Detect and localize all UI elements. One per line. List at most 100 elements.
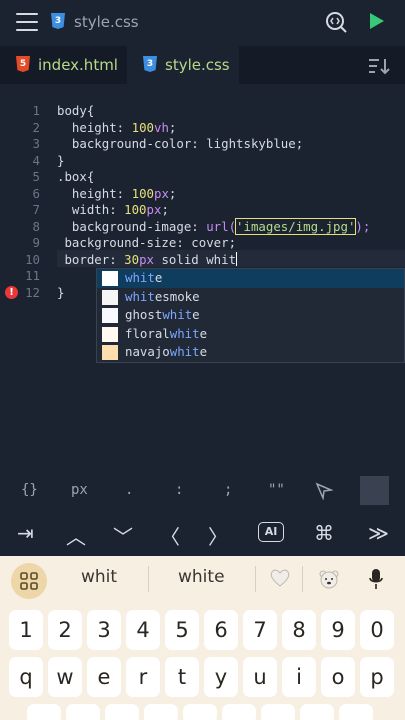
key-p[interactable]: p <box>360 657 394 697</box>
suggestion[interactable]: white <box>178 567 225 587</box>
key-u[interactable]: u <box>243 657 277 697</box>
key-i[interactable]: i <box>282 657 316 697</box>
line-number: 12 <box>25 284 40 300</box>
code-line-6: height: 100px; <box>57 185 177 201</box>
code-line-5: .box{ <box>57 169 95 184</box>
css3-icon <box>51 13 65 29</box>
sort-icon[interactable] <box>368 57 390 79</box>
tab-label: index.html <box>38 56 118 74</box>
key-e[interactable]: e <box>87 657 121 697</box>
tab-style-css[interactable]: style.css <box>127 46 239 84</box>
tab-label: style.css <box>165 56 230 74</box>
line-number: 9 <box>32 235 40 250</box>
line-number: 10 <box>25 251 40 267</box>
symbol-key[interactable]: {} <box>21 482 38 498</box>
divider <box>255 566 256 592</box>
key-partial[interactable] <box>339 704 373 720</box>
key-partial[interactable] <box>183 704 217 720</box>
key-y[interactable]: y <box>204 657 238 697</box>
symbol-key[interactable]: px <box>71 482 88 498</box>
autocomplete-item[interactable]: whitesmoke <box>97 288 404 307</box>
key-2[interactable]: 2 <box>48 610 82 650</box>
search-code-icon[interactable] <box>324 10 348 38</box>
tab-indent-icon[interactable]: ⇥ <box>17 521 34 545</box>
line-number: 1 <box>32 103 40 118</box>
hamburger-menu-icon[interactable] <box>16 13 38 31</box>
run-play-icon[interactable] <box>369 12 385 34</box>
autocomplete-item[interactable]: ghostwhite <box>97 306 404 325</box>
line-number: 8 <box>32 218 40 234</box>
key-partial[interactable] <box>105 704 139 720</box>
soft-keyboard: whit white 1 2 3 4 5 6 7 8 9 0 q w e r t… <box>0 556 405 720</box>
key-partial[interactable] <box>27 704 61 720</box>
code-line-1: body{ <box>57 103 95 118</box>
key-6[interactable]: 6 <box>204 610 238 650</box>
code-line-10: border: 30px solid whit <box>57 251 238 267</box>
suggestion[interactable]: whit <box>81 567 117 587</box>
send-icon[interactable] <box>315 482 334 504</box>
css3-icon <box>143 56 157 72</box>
symbol-square-key[interactable] <box>360 476 389 505</box>
key-5[interactable]: 5 <box>165 610 199 650</box>
code-line-8: background-image: url('images/img.jpg'); <box>57 217 371 235</box>
line-number: 5 <box>32 169 40 184</box>
key-partial[interactable] <box>144 704 178 720</box>
line-number: 11 <box>25 268 40 283</box>
symbol-key[interactable]: . <box>125 482 133 498</box>
divider <box>148 566 149 592</box>
arrow-left-icon[interactable]: 〈 <box>160 521 180 550</box>
key-q[interactable]: q <box>9 657 43 697</box>
color-swatch <box>102 271 118 286</box>
symbol-key[interactable]: : <box>175 482 183 498</box>
arrow-up-icon[interactable]: ︿ <box>66 521 86 550</box>
heart-emoji-icon[interactable] <box>270 569 290 591</box>
line-number: 7 <box>32 202 40 217</box>
key-r[interactable]: r <box>126 657 160 697</box>
color-swatch <box>102 326 118 342</box>
key-o[interactable]: o <box>321 657 355 697</box>
microphone-icon[interactable] <box>369 568 383 594</box>
key-partial[interactable] <box>261 704 295 720</box>
command-icon[interactable]: ⌘ <box>314 521 334 545</box>
code-line-9: background-size: cover; <box>57 235 237 250</box>
color-swatch <box>102 308 118 323</box>
file-tabs: index.html style.css <box>0 46 405 84</box>
keyboard-grid-icon[interactable] <box>11 563 47 599</box>
code-line-3: background-color: lightskyblue; <box>57 136 304 151</box>
key-7[interactable]: 7 <box>243 610 277 650</box>
key-4[interactable]: 4 <box>126 610 160 650</box>
key-9[interactable]: 9 <box>321 610 355 650</box>
line-number: 4 <box>32 152 40 168</box>
key-partial[interactable] <box>300 704 334 720</box>
key-1[interactable]: 1 <box>9 610 43 650</box>
ai-button[interactable]: AI <box>258 522 284 542</box>
key-0[interactable]: 0 <box>360 610 394 650</box>
key-w[interactable]: w <box>48 657 82 697</box>
fast-forward-icon[interactable]: ≫ <box>368 521 389 545</box>
color-swatch <box>102 345 118 360</box>
autocomplete-item[interactable]: navajowhite <box>97 343 404 362</box>
polar-bear-emoji-icon[interactable] <box>318 569 340 593</box>
key-partial[interactable] <box>222 704 256 720</box>
line-number: 3 <box>32 136 40 151</box>
symbol-key[interactable]: "" <box>268 482 285 498</box>
navigation-bar: ⇥ ︿ ﹀ 〈 〉 AI ⌘ ≫ <box>0 513 405 556</box>
code-line-7: width: 100px; <box>57 202 169 217</box>
text-caret <box>236 251 238 266</box>
key-3[interactable]: 3 <box>87 610 121 650</box>
autocomplete-item[interactable]: white <box>97 269 404 288</box>
key-partial[interactable] <box>66 704 100 720</box>
code-line-12: } <box>57 284 65 300</box>
arrow-right-icon[interactable]: 〉 <box>208 521 228 550</box>
color-swatch <box>102 289 118 305</box>
autocomplete-item[interactable]: floralwhite <box>97 325 404 344</box>
top-bar: style.css <box>0 0 405 46</box>
tab-index-html[interactable]: index.html <box>0 46 127 84</box>
key-8[interactable]: 8 <box>282 610 316 650</box>
line-number: 6 <box>32 185 40 201</box>
code-line-4: } <box>57 152 65 168</box>
key-t[interactable]: t <box>165 657 199 697</box>
symbol-key[interactable]: ; <box>224 482 232 498</box>
symbol-bar: {} px . : ; "" <box>0 469 405 513</box>
arrow-down-icon[interactable]: ﹀ <box>113 521 133 550</box>
